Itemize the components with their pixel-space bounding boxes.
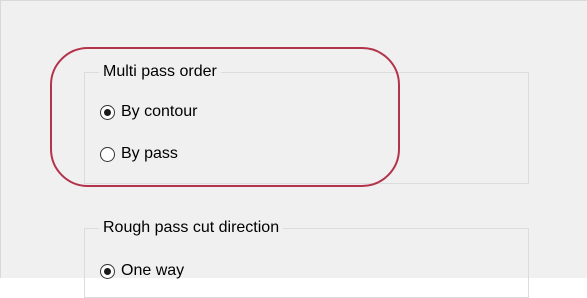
radio-one-way[interactable]: One way xyxy=(100,261,184,281)
dialog-panel: Multi pass order By contour By pass Roug… xyxy=(0,0,587,298)
radio-selected-icon[interactable] xyxy=(100,263,115,279)
rough-pass-cut-direction-group: Rough pass cut direction One way xyxy=(84,218,529,298)
radio-by-contour[interactable]: By contour xyxy=(100,102,197,122)
radio-by-contour-label: By contour xyxy=(121,103,198,120)
multi-pass-order-group: Multi pass order By contour By pass xyxy=(84,62,529,184)
radio-by-pass[interactable]: By pass xyxy=(100,144,178,164)
radio-unselected-icon[interactable] xyxy=(100,146,115,162)
rough-pass-cut-direction-title: Rough pass cut direction xyxy=(99,218,284,238)
radio-by-pass-label: By pass xyxy=(121,145,178,162)
radio-one-way-label: One way xyxy=(121,262,185,279)
multi-pass-order-title: Multi pass order xyxy=(99,62,221,82)
radio-selected-icon[interactable] xyxy=(100,104,115,120)
